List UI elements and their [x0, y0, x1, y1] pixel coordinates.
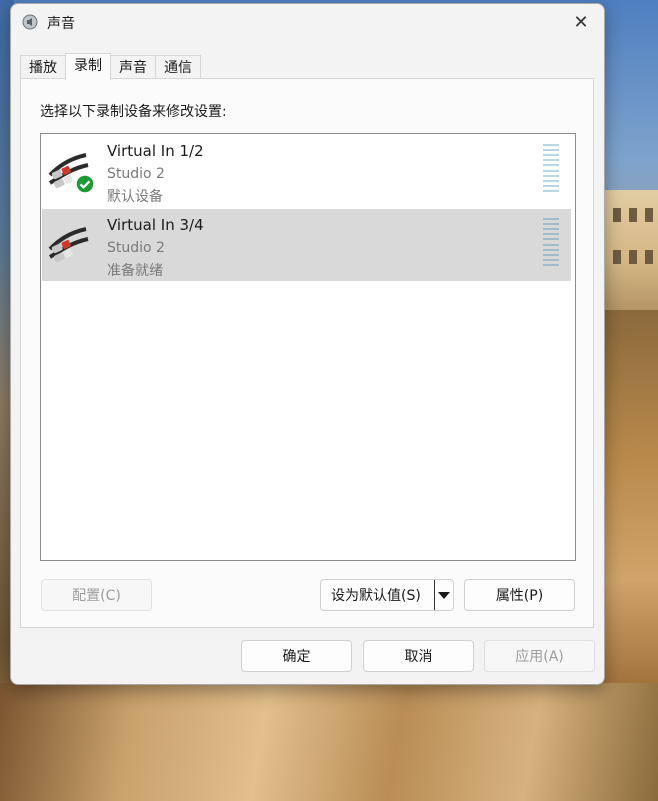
- close-button[interactable]: ✕: [558, 4, 604, 40]
- set-default-split-button[interactable]: 设为默认值(S): [320, 579, 454, 611]
- level-meter: [543, 144, 559, 192]
- set-default-label: 设为默认值(S): [331, 588, 421, 604]
- sound-dialog: 声音 ✕ 播放 录制 声音 通信 选择以下录制设备来修改设置: Virtual …: [10, 3, 605, 685]
- device-name: Virtual In 3/4: [107, 216, 204, 234]
- level-meter: [543, 218, 559, 266]
- tab-communications[interactable]: 通信: [155, 55, 201, 79]
- tab-strip: 播放 录制 声音 通信: [20, 53, 201, 80]
- device-subtitle: Studio 2: [107, 166, 165, 182]
- apply-button[interactable]: 应用(A): [484, 640, 595, 672]
- device-name: Virtual In 1/2: [107, 142, 204, 160]
- configure-button[interactable]: 配置(C): [41, 579, 152, 611]
- tab-recording[interactable]: 录制: [65, 53, 111, 80]
- device-status: 准备就绪: [107, 263, 163, 279]
- device-list[interactable]: Virtual In 1/2 Studio 2 默认设备 Virtual In …: [40, 133, 576, 561]
- instruction-text: 选择以下录制设备来修改设置:: [40, 104, 227, 120]
- close-icon: ✕: [573, 11, 589, 33]
- default-check-icon: [75, 174, 95, 194]
- tab-sounds[interactable]: 声音: [110, 55, 156, 79]
- device-status: 默认设备: [107, 189, 163, 205]
- ok-button[interactable]: 确定: [241, 640, 352, 672]
- speaker-app-icon: [22, 14, 38, 30]
- cancel-button[interactable]: 取消: [363, 640, 474, 672]
- wallpaper-bottom: [0, 683, 658, 801]
- window-title: 声音: [47, 16, 75, 32]
- recording-panel: 选择以下录制设备来修改设置: Virtual In 1/2 Studio 2 默…: [20, 78, 594, 628]
- wallpaper-building: [603, 190, 658, 310]
- tab-playback[interactable]: 播放: [20, 55, 66, 79]
- device-row-virtual-in-1-2[interactable]: Virtual In 1/2 Studio 2 默认设备: [42, 135, 571, 207]
- properties-button[interactable]: 属性(P): [464, 579, 575, 611]
- chevron-down-icon[interactable]: [434, 580, 453, 610]
- device-row-virtual-in-3-4[interactable]: Virtual In 3/4 Studio 2 准备就绪: [42, 209, 571, 281]
- title-bar[interactable]: 声音 ✕: [11, 4, 604, 40]
- device-subtitle: Studio 2: [107, 240, 165, 256]
- rca-cable-icon: [48, 227, 89, 263]
